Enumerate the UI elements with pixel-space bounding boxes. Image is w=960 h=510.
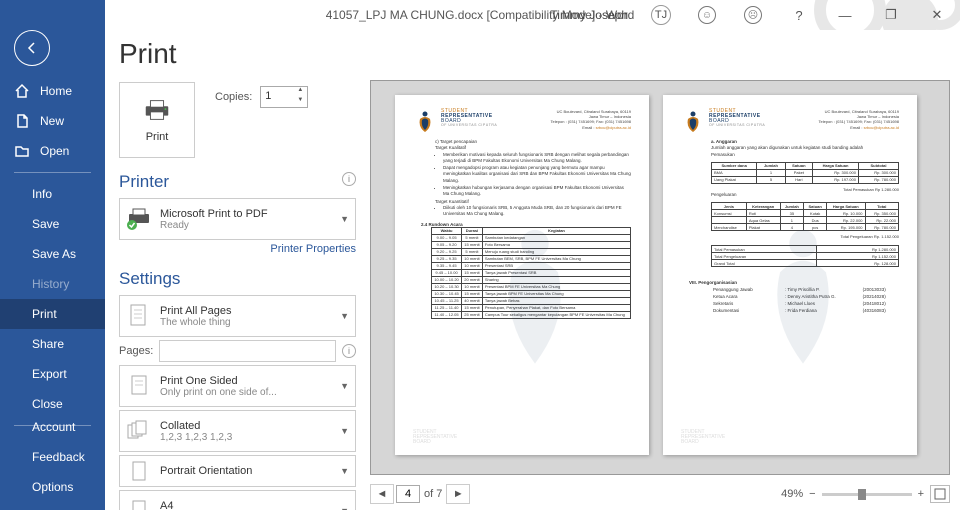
print-button[interactable]: Print — [119, 82, 195, 158]
nav-home[interactable]: Home — [0, 76, 105, 106]
a4-icon — [126, 498, 152, 510]
srb-logo-icon — [413, 109, 437, 133]
frown-icon[interactable]: ☹ — [730, 0, 776, 30]
chevron-down-icon: ▼ — [340, 426, 349, 436]
backstage-nav: Home New Open Info Save Save As History … — [0, 0, 105, 510]
user-initials-icon[interactable]: TJ — [638, 0, 684, 30]
srb-logo-icon — [681, 109, 705, 133]
print-panel: Print Print Copies: 1 ▲▼ Printeri Micros… — [105, 30, 370, 510]
next-page-button[interactable]: ► — [446, 484, 470, 504]
page-number-input[interactable] — [396, 485, 420, 503]
printer-icon — [142, 98, 172, 127]
nav-export[interactable]: Export — [0, 359, 105, 389]
spinner-up-icon[interactable]: ▲ — [293, 87, 307, 97]
chevron-down-icon: ▼ — [340, 381, 349, 391]
help-icon[interactable]: ? — [776, 0, 822, 30]
pages-input[interactable] — [159, 340, 336, 362]
nav-saveas[interactable]: Save As — [0, 239, 105, 269]
user-name[interactable]: Timmy Joseph — [550, 8, 628, 22]
preview-page-1: STUDENTREPRESENTATIVEBOARDOF UNIVERSITAS… — [395, 95, 649, 455]
chevron-down-icon: ▼ — [340, 506, 349, 510]
preview-area: STUDENTREPRESENTATIVEBOARDOF UNIVERSITAS… — [370, 30, 960, 510]
nav-open[interactable]: Open — [0, 136, 105, 166]
chevron-down-icon: ▼ — [340, 311, 349, 321]
minimize-button[interactable]: — — [822, 0, 868, 30]
onesided-icon — [126, 373, 152, 399]
open-icon — [14, 143, 30, 159]
prev-page-button[interactable]: ◄ — [370, 484, 394, 504]
printer-heading: Printeri — [119, 172, 356, 192]
zoom-out-button[interactable]: − — [809, 488, 815, 500]
printer-dropdown[interactable]: Microsoft Print to PDFReady ▼ — [119, 198, 356, 240]
print-range-dropdown[interactable]: Print All PagesThe whole thing ▼ — [119, 295, 356, 337]
smile-icon[interactable]: ☺ — [684, 0, 730, 30]
preview-page-2: STUDENTREPRESENTATIVEBOARDOF UNIVERSITAS… — [663, 95, 917, 455]
paper-size-dropdown[interactable]: A421 cm x 29.7 cm ▼ — [119, 490, 356, 510]
collated-icon — [126, 418, 152, 444]
page-of-label: of 7 — [424, 488, 442, 500]
settings-heading: Settings — [119, 269, 356, 289]
restore-button[interactable]: ❐ — [868, 0, 914, 30]
title-bar: 41057_LPJ MA CHUNG.docx [Compatibility M… — [0, 0, 960, 30]
nav-save[interactable]: Save — [0, 209, 105, 239]
nav-share[interactable]: Share — [0, 329, 105, 359]
collation-dropdown[interactable]: Collated1,2,3 1,2,3 1,2,3 ▼ — [119, 410, 356, 452]
chevron-down-icon: ▼ — [340, 214, 349, 224]
preview-footer: ◄ of 7 ► 49% − + — [370, 482, 950, 506]
portrait-icon — [126, 458, 152, 484]
preview-canvas[interactable]: STUDENTREPRESENTATIVEBOARDOF UNIVERSITAS… — [370, 80, 950, 475]
printer-info-icon[interactable]: i — [342, 172, 356, 186]
nav-feedback[interactable]: Feedback — [0, 442, 105, 472]
fit-to-window-button[interactable] — [930, 485, 950, 503]
back-button[interactable] — [14, 30, 50, 66]
print-heading: Print — [119, 38, 356, 70]
close-button[interactable]: ✕ — [914, 0, 960, 30]
orientation-dropdown[interactable]: Portrait Orientation ▼ — [119, 455, 356, 487]
copies-label: Copies: — [215, 91, 252, 103]
sides-dropdown[interactable]: Print One SidedOnly print on one side of… — [119, 365, 356, 407]
chevron-down-icon: ▼ — [340, 466, 349, 476]
nav-account[interactable]: Account — [0, 412, 105, 442]
printer-ready-icon — [126, 206, 152, 232]
zoom-in-button[interactable]: + — [918, 488, 924, 500]
nav-info[interactable]: Info — [0, 179, 105, 209]
pages-icon — [126, 303, 152, 329]
zoom-slider[interactable] — [822, 493, 912, 496]
nav-print[interactable]: Print — [0, 299, 105, 329]
nav-history: History — [0, 269, 105, 299]
nav-new[interactable]: New — [0, 106, 105, 136]
nav-options[interactable]: Options — [0, 472, 105, 502]
home-icon — [14, 83, 30, 99]
pages-label: Pages: — [119, 345, 153, 357]
copies-spinner[interactable]: 1 ▲▼ — [260, 86, 308, 108]
pages-info-icon[interactable]: i — [342, 344, 356, 358]
new-icon — [14, 113, 30, 129]
zoom-label: 49% — [781, 488, 803, 500]
spinner-down-icon[interactable]: ▼ — [293, 97, 307, 107]
printer-properties-link[interactable]: Printer Properties — [119, 243, 356, 255]
